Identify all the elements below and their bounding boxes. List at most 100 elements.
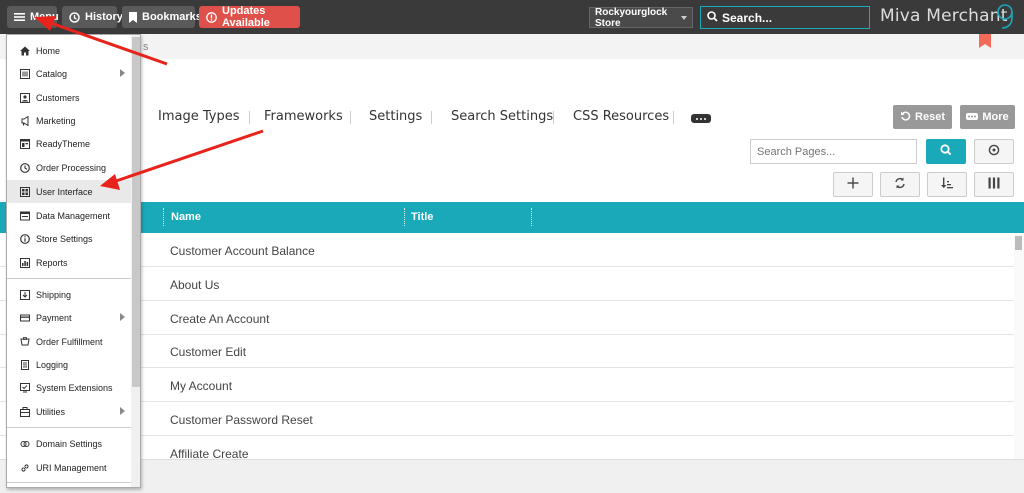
plus-icon [847,177,859,192]
tab-image-types[interactable]: Image Types [158,109,239,124]
filter-button[interactable] [974,139,1014,164]
table-row[interactable]: Customer Edit [0,334,1014,368]
tab-settings[interactable]: Settings [369,109,422,124]
menu-item-label: URI Management [36,462,107,473]
reset-button[interactable]: Reset [893,105,952,129]
undo-icon [900,110,911,124]
tab-css-resources[interactable]: CSS Resources [573,109,669,124]
search-icon [707,10,718,25]
footer-bar [0,459,1024,493]
chevron-right-icon [120,407,125,415]
table-row[interactable]: Customer Password Reset [0,402,1014,436]
tab-search-settings[interactable]: Search Settings [451,109,553,124]
menu-item-label: Catalog [36,68,68,79]
global-search-placeholder: Search... [722,10,773,25]
menu-divider [7,482,131,483]
chevron-right-icon [120,69,125,77]
breadcrumb: s [143,41,149,53]
marketing-icon [20,115,30,126]
menu-item-customers[interactable]: Customers [7,86,131,109]
add-button[interactable] [833,172,873,197]
chevron-right-icon [120,313,125,321]
menu-item-store-settings[interactable]: Store Settings [7,227,131,250]
menu-item-data-management[interactable]: Data Management [7,204,131,227]
menu-item-label: Shipping [36,289,72,300]
home-icon [20,46,30,56]
search-pages-field[interactable] [750,139,917,164]
ellipsis-icon [966,111,979,123]
table-row[interactable]: About Us [0,267,1014,301]
grid-scrollbar-thumb[interactable] [1015,236,1022,250]
menu-item-label: Reports [36,257,68,268]
tab-divider [431,111,432,124]
history-button[interactable]: History [62,6,123,28]
grid-header: Name Title [0,202,1024,233]
row-name: About Us [170,278,220,292]
tab-divider [249,111,250,124]
store-select[interactable]: Rockyourglock Store [589,7,693,29]
menu-item-payment[interactable]: Payment [7,306,131,329]
search-pages-input[interactable] [757,145,916,158]
menu-scrollbar-thumb[interactable] [132,37,140,387]
menu-button[interactable]: Menu [7,6,59,28]
menu-item-label: Customers [36,92,80,103]
bookmark-icon [129,11,137,23]
clock-icon [69,11,80,23]
bookmark-flag-icon[interactable] [979,34,991,48]
sort-button[interactable] [927,172,967,197]
main-menu-dropdown: Home Catalog Customers Marketing ReadyTh… [6,34,141,488]
target-icon [988,144,1000,159]
column-header-name[interactable]: Name [171,211,201,223]
menu-item-user-interface[interactable]: User Interface [7,180,131,203]
row-name: Customer Edit [170,345,247,359]
menu-item-logging[interactable]: Logging [7,353,131,376]
menu-item-utilities[interactable]: Utilities [7,400,131,423]
alert-icon [206,11,217,23]
row-name: Customer Account Balance [170,244,315,258]
menu-item-home[interactable]: Home [7,39,131,62]
menu-item-marketing[interactable]: Marketing [7,109,131,132]
menu-item-shipping[interactable]: Shipping [7,283,131,306]
updates-available-button[interactable]: Updates Available [199,5,300,29]
menu-item-catalog[interactable]: Catalog [7,62,131,85]
menu-divider [7,278,131,279]
row-name: My Account [170,379,233,393]
menu-item-uri-management[interactable]: URI Management [7,456,131,479]
global-search-input[interactable]: Search... [700,6,870,29]
menu-item-readytheme[interactable]: ReadyTheme [7,132,131,155]
menu-item-label: Order Processing [36,162,107,173]
refresh-icon [894,177,906,192]
history-label: History [85,11,123,23]
menu-label: Menu [30,11,59,23]
tab-frameworks[interactable]: Frameworks [264,109,343,124]
sort-icon [941,177,953,192]
menu-item-label: ReadyTheme [36,138,91,149]
user-interface-icon [20,186,30,197]
bookmarks-button[interactable]: Bookmarks [122,6,202,28]
table-row[interactable]: My Account [0,368,1014,402]
menu-scrollbar[interactable] [131,35,140,487]
menu-item-system-extensions[interactable]: System Extensions [7,376,131,399]
menu-item-label: Marketing [36,115,76,126]
table-row[interactable]: Create An Account [0,301,1014,335]
hamburger-icon [14,12,25,22]
readytheme-icon [20,138,30,149]
menu-item-domain-settings[interactable]: Domain Settings [7,432,131,455]
column-header-title[interactable]: Title [411,211,433,223]
grid-scrollbar[interactable] [1014,233,1024,459]
more-button[interactable]: More [960,105,1015,129]
columns-button[interactable] [974,172,1014,197]
row-name: Customer Password Reset [170,413,313,427]
menu-item-reports[interactable]: Reports [7,251,131,274]
tab-divider [673,111,674,124]
menu-item-order-processing[interactable]: Order Processing [7,156,131,179]
search-pages-button[interactable] [926,139,966,164]
refresh-button[interactable] [880,172,920,197]
column-divider [531,208,532,226]
menu-item-order-fulfillment[interactable]: Order Fulfillment [7,330,131,353]
shipping-icon [20,289,30,300]
table-row[interactable]: Customer Account Balance [0,233,1014,267]
brand-logo-text: Miva Merchant [880,6,1008,26]
more-label: More [982,111,1009,123]
more-tabs-icon[interactable] [691,114,711,123]
